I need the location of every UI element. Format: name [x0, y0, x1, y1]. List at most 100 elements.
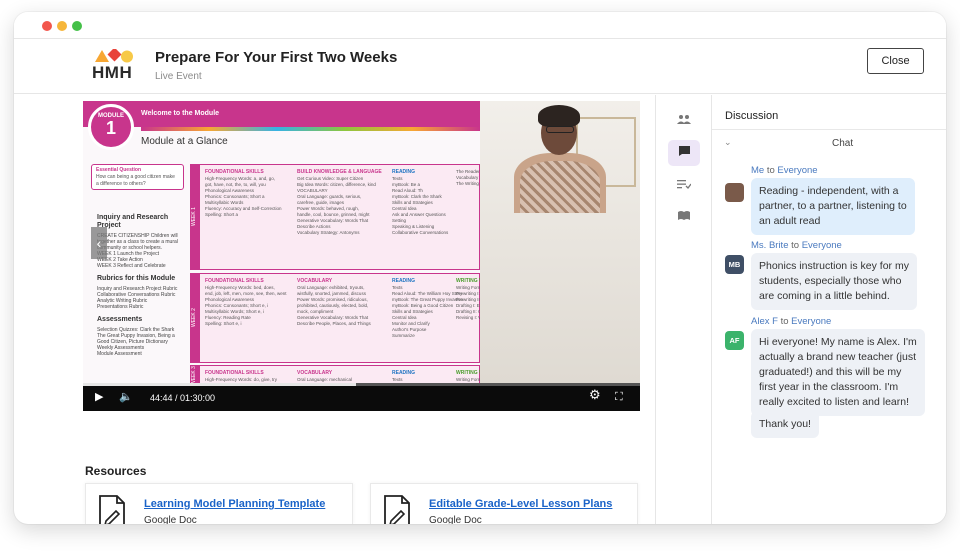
eq-text: How can being a good citizen make a diff…	[96, 174, 175, 187]
chat-bubble: Reading - independent, with a partner, to…	[751, 178, 915, 235]
slide-heading: Module at a Glance	[141, 136, 228, 147]
slide-section: Rubrics for this Module Inquiry and Resea…	[97, 275, 189, 310]
week-column: BUILD KNOWLEDGE & LANGUAGE Get Curious Vi…	[297, 169, 385, 236]
slide-section-heading: Inquiry and Research Project	[97, 214, 169, 229]
resource-card[interactable]: Learning Model Planning Template Google …	[85, 483, 353, 524]
chat-line: really excited to listen and learn!	[759, 396, 909, 408]
slide-left-column: Inquiry and Research Project CREATE CITIZ…	[97, 214, 189, 363]
chat-recipient[interactable]: Everyone	[802, 240, 842, 251]
chat-sender[interactable]: Ms. Brite	[751, 240, 788, 251]
side-icon-bar	[655, 95, 712, 524]
week-column: FOUNDATIONAL SKILLS High-Frequency Words:…	[205, 169, 293, 218]
queue-list-icon[interactable]	[668, 172, 700, 198]
event-header: HMH Prepare For Your First Two Weeks Liv…	[14, 38, 946, 94]
chat-to-word: to	[766, 165, 775, 176]
avatar: MB	[725, 255, 744, 274]
close-window-dot[interactable]	[42, 21, 52, 31]
slide-prev-button[interactable]: ‹	[91, 227, 107, 259]
chat-line: partner, to a partner, listening to	[759, 200, 907, 212]
week-column-heading: VOCABULARY	[297, 370, 333, 376]
chat-line: actually a brand new teacher (just	[759, 351, 917, 363]
week-column-heading: FOUNDATIONAL SKILLS	[205, 370, 264, 376]
week-column-line: Describe People, Places, and Things	[297, 321, 371, 326]
week-tab: WEEK 1	[191, 165, 200, 269]
slide-section: Assessments Selection Quizzes: Clark the …	[97, 316, 189, 357]
chat-icon[interactable]	[668, 140, 700, 166]
chat-message-header: Ms. Brite to Everyone	[751, 240, 842, 251]
chat-line: are coming in a little behind.	[759, 290, 890, 302]
chat-line: Hi everyone! My name is Alex. I'm	[759, 336, 917, 348]
slide-section-line: Module Assessment	[97, 351, 142, 357]
slide-section-line: Presentations Rubric	[97, 304, 144, 310]
document-icon	[99, 495, 125, 524]
chat-line: Reading - independent, with a	[759, 185, 899, 197]
module-number: 1	[105, 118, 116, 138]
week-column: FOUNDATIONAL SKILLS High-Frequency Words:…	[205, 370, 293, 383]
avatar: AF	[725, 331, 744, 350]
week-column-line: Spelling: Short e, i	[205, 321, 242, 326]
week-column-line: Collaborative Conversations	[392, 230, 449, 235]
chat-bubble: Hi everyone! My name is Alex. I'm actuall…	[751, 329, 925, 416]
logo-text: HMH	[92, 63, 133, 82]
book-icon[interactable]	[668, 204, 700, 230]
resources-title: Resources	[85, 464, 147, 478]
minimize-window-dot[interactable]	[57, 21, 67, 31]
chat-sender[interactable]: Me	[751, 165, 764, 176]
chat-message-header: Me to Everyone	[751, 165, 818, 176]
slide-section: Inquiry and Research Project CREATE CITIZ…	[97, 214, 189, 269]
play-icon[interactable]: ▶	[95, 391, 103, 403]
volume-icon[interactable]: 🔈	[119, 391, 133, 403]
slide-color-strip	[141, 127, 480, 131]
fullscreen-icon[interactable]: ⛶	[615, 391, 623, 403]
chat-line: an adult read	[759, 215, 821, 227]
resource-type: Google Doc	[429, 515, 482, 524]
chat-bubble: Phonics instruction is key for my student…	[751, 253, 917, 310]
resource-card[interactable]: Editable Grade-Level Lesson Plans Google…	[370, 483, 638, 524]
chevron-down-icon[interactable]: ⌄	[724, 137, 732, 148]
video-progress-bar[interactable]	[83, 383, 640, 386]
hmh-logo: HMH	[92, 49, 136, 83]
resource-link[interactable]: Learning Model Planning Template	[144, 498, 325, 510]
week-column-heading: VOCABULARY	[297, 278, 333, 284]
week-row: WEEK 1 FOUNDATIONAL SKILLS High-Frequency …	[190, 164, 496, 270]
slide-welcome: Welcome to the Module	[141, 110, 220, 117]
avatar	[725, 183, 744, 202]
participants-icon[interactable]	[668, 107, 700, 133]
chat-line: first year in the classroom. I'm	[759, 381, 899, 393]
settings-gear-icon[interactable]: ⚙	[589, 388, 601, 401]
week-column-heading: FOUNDATIONAL SKILLS	[205, 169, 264, 175]
main-content: MODULE 1 Welcome to the Module Module at…	[14, 95, 655, 524]
essential-question: Essential Question How can being a good …	[91, 164, 184, 190]
chat-recipient[interactable]: Everyone	[791, 316, 831, 327]
module-badge: MODULE 1	[88, 104, 134, 150]
video-controls: ▶ 🔈 44:44 / 01:30:00 ⚙ ⛶	[83, 383, 640, 411]
event-subtitle: Live Event	[155, 71, 202, 82]
window-titlebar	[14, 12, 946, 38]
chat-sender[interactable]: Alex F	[751, 316, 778, 327]
week-column: VOCABULARY Oral Language: mechanical	[297, 370, 385, 383]
chat-recipient[interactable]: Everyone	[777, 165, 817, 176]
resource-link[interactable]: Editable Grade-Level Lesson Plans	[429, 498, 612, 510]
chat-to-word: to	[791, 240, 800, 251]
week-column-heading: FOUNDATIONAL SKILLS	[205, 278, 264, 284]
maximize-window-dot[interactable]	[72, 21, 82, 31]
week-column-heading: BUILD KNOWLEDGE & LANGUAGE	[297, 169, 382, 175]
week-column: FOUNDATIONAL SKILLS High-Frequency Words:…	[205, 278, 293, 327]
eq-title: Essential Question	[96, 167, 142, 173]
week-row: WEEK 2 FOUNDATIONAL SKILLS High-Frequency …	[190, 273, 526, 363]
logo-shapes-icon	[95, 49, 133, 63]
resource-type: Google Doc	[144, 515, 197, 524]
discussion-title: Discussion	[725, 110, 779, 122]
chat-line: students, especially those who	[759, 275, 902, 287]
slide-section-line: WEEK 3 Reflect and Celebrate	[97, 263, 166, 269]
close-button[interactable]: Close	[867, 48, 924, 74]
chat-line: graduated!) and this will be my	[759, 366, 902, 378]
week-tab: WEEK 2	[191, 274, 200, 362]
shared-slide: MODULE 1 Welcome to the Module Module at…	[83, 101, 526, 387]
chat-bubble: Thank you!	[751, 411, 819, 438]
chat-message-header: Alex F to Everyone	[751, 316, 831, 327]
video-player[interactable]: MODULE 1 Welcome to the Module Module at…	[83, 101, 640, 411]
video-time: 44:44 / 01:30:00	[150, 393, 216, 403]
week-column: VOCABULARY Oral Language: exhibited, tryo…	[297, 278, 385, 327]
week-column-line: Summarize	[392, 333, 415, 338]
